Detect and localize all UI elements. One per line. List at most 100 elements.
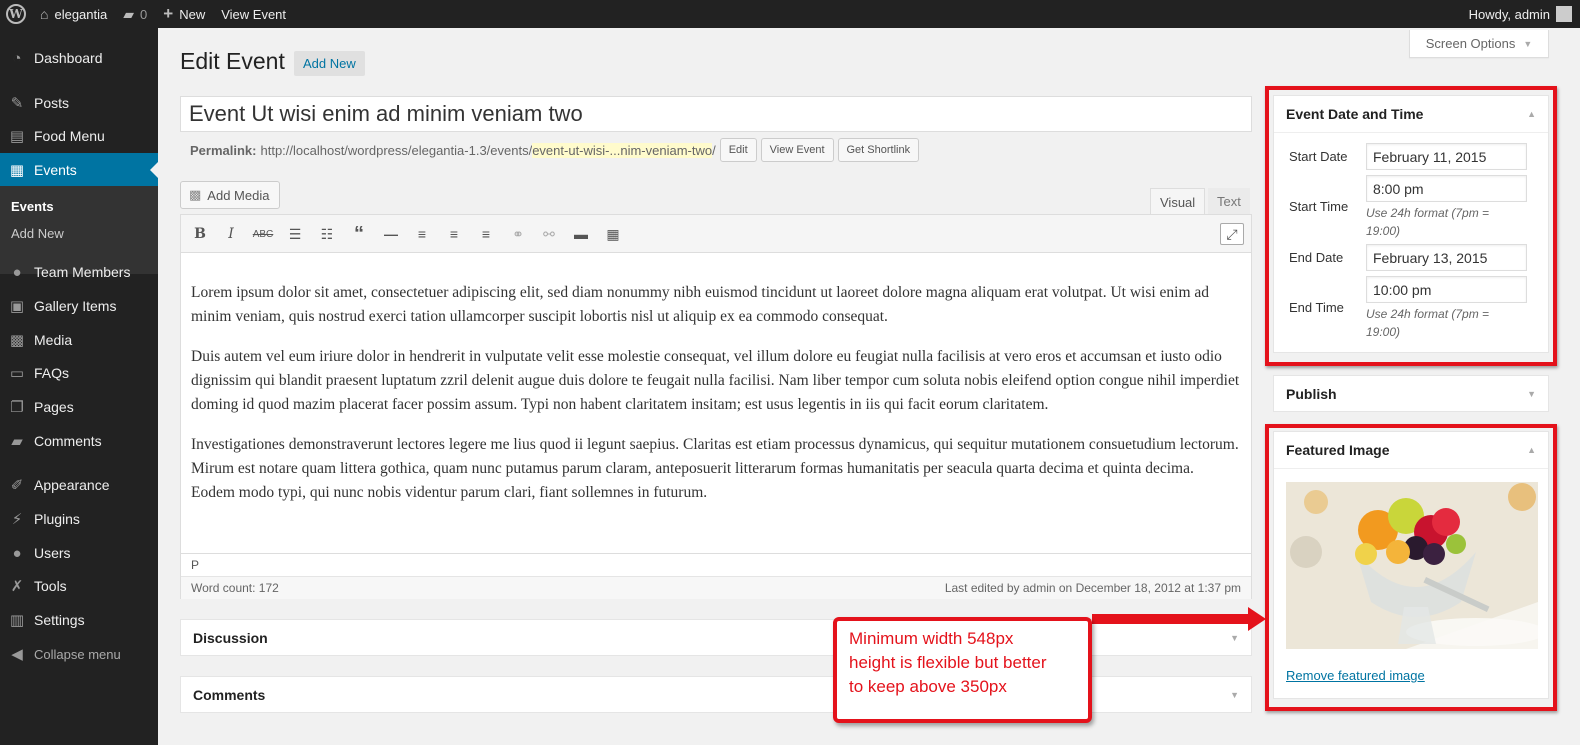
sidebar-item-events[interactable]: ▦ Events (0, 153, 158, 187)
post-title-input[interactable]: Event Ut wisi enim ad minim veniam two (180, 96, 1252, 132)
link-icon[interactable]: ⚭ (506, 223, 530, 245)
toolbar-toggle-icon[interactable]: ▦ (601, 223, 625, 245)
permalink-label: Permalink: (190, 142, 257, 158)
element-path[interactable]: P (191, 558, 199, 572)
sidebar-item-label: FAQs (34, 365, 70, 381)
discussion-title: Discussion (193, 630, 268, 646)
avatar (1556, 6, 1572, 22)
callout-line: height is flexible but better (849, 653, 1047, 672)
italic-icon[interactable]: I (219, 223, 243, 245)
sidebar-item-settings[interactable]: ▥ Settings (0, 603, 158, 637)
sidebar-item-label: Pages (34, 399, 74, 415)
sidebar-item-plugins[interactable]: ⚡ Plugins (0, 502, 158, 536)
site-name-link[interactable]: ⌂ elegantia (32, 0, 115, 28)
editor-status-bar: Word count: 172 Last edited by admin on … (181, 576, 1251, 599)
screen-options-label: Screen Options (1425, 36, 1516, 51)
wordpress-logo-icon[interactable]: W (0, 0, 32, 28)
calendar-icon: ▦ (9, 162, 25, 179)
content-paragraph: Lorem ipsum dolor sit amet, consectetuer… (191, 284, 1210, 325)
sidebar-item-label: Posts (34, 95, 70, 111)
sidebar-item-label: Media (34, 332, 73, 348)
align-left-icon[interactable]: ≡ (410, 223, 434, 245)
bulleted-list-icon[interactable]: ☰ (283, 223, 307, 245)
unlink-icon[interactable]: ⚯ (537, 223, 561, 245)
comments-count: 0 (140, 6, 148, 22)
align-right-icon[interactable]: ≡ (474, 223, 498, 245)
user-icon: ● (12, 263, 22, 281)
collapse-menu-label: Collapse menu (34, 646, 121, 662)
sidebar-item-label: Dashboard (34, 50, 103, 66)
howdy-label: Howdy, admin (1468, 6, 1550, 22)
horizontal-line-icon[interactable]: — (379, 223, 403, 245)
fullscreen-icon[interactable]: ⤢ (1220, 223, 1244, 245)
sidebar-item-pages[interactable]: ❐ Pages (0, 390, 158, 424)
comment-bubble-icon: ▰ (123, 5, 135, 22)
blockquote-icon[interactable]: “ (347, 223, 371, 245)
sidebar-item-gallery-items[interactable]: ▣ Gallery Items (0, 289, 158, 323)
sidebar-item-team-members[interactable]: ● Team Members (0, 255, 158, 289)
publish-title: Publish (1286, 386, 1337, 402)
chevron-down-icon[interactable]: ▼ (1230, 690, 1239, 700)
sidebar-item-appearance[interactable]: ✐ Appearance (0, 468, 158, 502)
submenu-item-add-new[interactable]: Add New (11, 226, 64, 241)
screen-options-button[interactable]: Screen Options ▼ (1409, 30, 1549, 58)
editor-toolbar: B I ABC ☰ ☷ “ — ≡ ≡ ≡ ⚭ ⚯ ▬ ▦ ⤢ (181, 215, 1251, 253)
collapse-arrow-icon: ◀ (11, 646, 23, 663)
wrench-icon: ✗ (10, 578, 24, 595)
sidebar-item-label: Settings (34, 612, 85, 628)
read-more-icon[interactable]: ▬ (569, 223, 593, 245)
content-paragraph: Duis autem vel eum iriure dolor in hendr… (191, 348, 1240, 413)
permalink-row: Permalink: http://localhost/wordpress/el… (190, 138, 920, 162)
sidebar-item-users[interactable]: ● Users (0, 536, 158, 570)
new-content-link[interactable]: + New (155, 0, 213, 28)
sidebar-item-dashboard[interactable]: ◔ Dashboard (0, 41, 158, 75)
bold-icon[interactable]: B (188, 223, 212, 245)
gallery-icon: ▣ (9, 298, 25, 315)
chevron-down-icon[interactable]: ▼ (1230, 633, 1239, 643)
sidebar-item-media[interactable]: ▩ Media (0, 323, 158, 357)
view-event-link[interactable]: View Event (213, 0, 294, 28)
last-edited-info: Last edited by admin on December 18, 201… (944, 581, 1241, 595)
add-new-button[interactable]: Add New (294, 51, 365, 76)
tab-visual[interactable]: Visual (1150, 188, 1206, 215)
sidebar-item-posts[interactable]: ✎ Posts (0, 86, 158, 120)
sidebar-item-comments[interactable]: ▰ Comments (0, 424, 158, 458)
add-media-button[interactable]: ▩ Add Media (180, 181, 281, 209)
align-center-icon[interactable]: ≡ (442, 223, 466, 245)
add-media-label: Add Media (207, 187, 270, 203)
sidebar-item-food-menu[interactable]: ▤ Food Menu (0, 119, 158, 153)
sidebar-item-tools[interactable]: ✗ Tools (0, 569, 158, 603)
plus-icon: + (163, 4, 174, 23)
collapse-menu-button[interactable]: ◀ Collapse menu (0, 637, 158, 671)
callout-line: to keep above 350px (849, 677, 1007, 696)
comments-link[interactable]: ▰ 0 (115, 0, 155, 28)
pages-icon: ❐ (10, 399, 24, 416)
permalink-slug[interactable]: event-ut-wisi-...nim-veniam-two (532, 142, 713, 158)
comments-title: Comments (193, 687, 266, 703)
view-event-label: View Event (221, 6, 287, 22)
dashboard-icon: ◔ (12, 49, 22, 67)
chevron-down-icon[interactable]: ▼ (1527, 389, 1536, 399)
highlight-frame-event (1265, 86, 1557, 366)
chevron-down-icon: ▼ (1523, 38, 1533, 49)
permalink-trail: / (712, 142, 716, 158)
get-shortlink-button[interactable]: Get Shortlink (837, 138, 920, 162)
plugin-icon: ⚡ (11, 511, 23, 528)
numbered-list-icon[interactable]: ☷ (315, 223, 339, 245)
media-icon: ▩ (189, 187, 202, 202)
editor-content[interactable]: Lorem ipsum dolor sit amet, consectetuer… (191, 281, 1241, 521)
sidebar-item-label: Events (34, 162, 77, 178)
publish-metabox[interactable]: Publish ▼ (1273, 375, 1549, 412)
tab-text[interactable]: Text (1208, 188, 1250, 215)
view-event-button[interactable]: View Event (760, 138, 834, 162)
submenu-item-events[interactable]: Events (11, 199, 54, 214)
sidebar-item-faqs[interactable]: ▭ FAQs (0, 356, 158, 390)
sidebar-item-label: Appearance (34, 477, 110, 493)
paintbrush-icon: ✐ (10, 477, 24, 494)
permalink-base: http://localhost/wordpress/elegantia-1.3… (260, 142, 533, 158)
highlight-frame-featured (1265, 424, 1557, 711)
media-icon: ▩ (9, 332, 25, 349)
strikethrough-icon[interactable]: ABC (251, 223, 275, 245)
my-account-link[interactable]: Howdy, admin (1461, 0, 1580, 28)
edit-permalink-button[interactable]: Edit (719, 138, 757, 162)
